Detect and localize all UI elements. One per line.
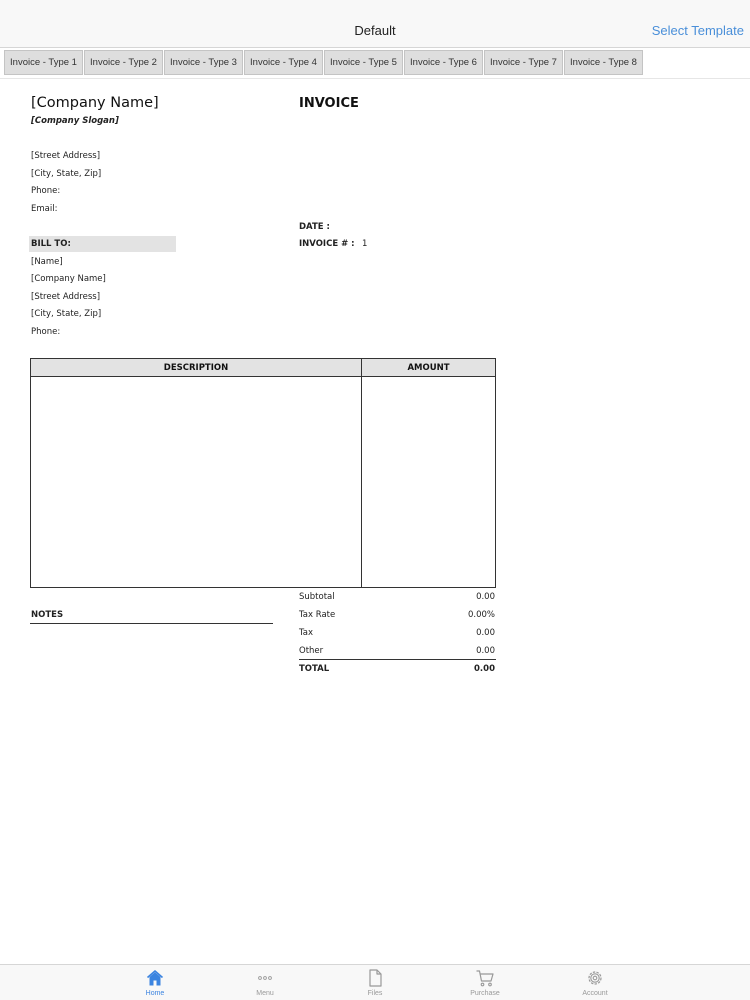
- home-icon: [146, 970, 164, 986]
- gear-icon: [588, 971, 602, 985]
- tabbar-home-label: Home: [145, 990, 165, 997]
- subtotal-value: 0.00: [476, 592, 495, 602]
- select-template-button[interactable]: Select Template: [652, 23, 744, 38]
- tabbar-home[interactable]: Home: [110, 965, 200, 1000]
- items-table[interactable]: DESCRIPTION AMOUNT: [30, 358, 496, 588]
- tabbar-files[interactable]: Files: [330, 965, 420, 1000]
- amount-header: AMOUNT: [407, 363, 450, 373]
- tax-rate-value[interactable]: 0.00%: [415, 610, 495, 620]
- tab-invoice-type-4[interactable]: Invoice - Type 4: [244, 50, 323, 75]
- description-header: DESCRIPTION: [163, 363, 229, 373]
- tabbar-purchase-label: Purchase: [470, 990, 500, 997]
- navigation-bar: Default Select Template: [0, 0, 750, 48]
- bill-to-phone[interactable]: Phone:: [31, 327, 60, 337]
- invoice-title: INVOICE: [299, 96, 359, 111]
- cart-icon: [476, 970, 494, 987]
- template-tabs: Invoice - Type 1 Invoice - Type 2 Invoic…: [4, 50, 643, 75]
- total-label: TOTAL: [299, 664, 330, 674]
- email-label[interactable]: Email:: [31, 204, 57, 214]
- tab-invoice-type-7[interactable]: Invoice - Type 7: [484, 50, 563, 75]
- total-value: 0.00: [474, 664, 495, 674]
- bill-to-street[interactable]: [Street Address]: [31, 292, 100, 302]
- tabbar-purchase[interactable]: Purchase: [440, 965, 530, 1000]
- other-value[interactable]: 0.00: [415, 646, 495, 656]
- street-address[interactable]: [Street Address]: [31, 151, 100, 161]
- tax-value: 0.00: [476, 628, 495, 638]
- notes-divider: [30, 623, 273, 624]
- file-icon: [369, 969, 382, 987]
- bill-to-heading: BILL TO:: [31, 239, 71, 249]
- bill-to-city-state-zip[interactable]: [City, State, Zip]: [31, 309, 101, 319]
- invoice-number-label: INVOICE # :: [299, 239, 355, 249]
- tab-invoice-type-5[interactable]: Invoice - Type 5: [324, 50, 403, 75]
- tabbar-menu[interactable]: Menu: [220, 965, 310, 1000]
- more-icon: [258, 976, 272, 980]
- tabbar-account-label: Account: [582, 990, 608, 997]
- bottom-tab-bar: Home Menu Files Purchase Account: [0, 964, 750, 1000]
- tabbar-account[interactable]: Account: [550, 965, 640, 1000]
- tab-invoice-type-1[interactable]: Invoice - Type 1: [4, 50, 83, 75]
- invoice-document: [Company Name] [Company Slogan] INVOICE …: [0, 79, 750, 964]
- column-divider: [361, 359, 362, 587]
- tab-invoice-type-8[interactable]: Invoice - Type 8: [564, 50, 643, 75]
- total-divider: [299, 659, 496, 660]
- nav-title: Default: [354, 23, 396, 38]
- bill-to-name[interactable]: [Name]: [31, 257, 63, 267]
- company-slogan[interactable]: [Company Slogan]: [31, 116, 119, 126]
- tabbar-files-label: Files: [367, 990, 383, 997]
- invoice-number[interactable]: 1: [362, 239, 367, 249]
- phone-label[interactable]: Phone:: [31, 186, 60, 196]
- tab-invoice-type-6[interactable]: Invoice - Type 6: [404, 50, 483, 75]
- tax-label: Tax: [299, 628, 314, 638]
- tax-rate-label: Tax Rate: [299, 610, 336, 620]
- other-label: Other: [299, 646, 324, 656]
- notes-label: NOTES: [31, 610, 64, 620]
- bill-to-company[interactable]: [Company Name]: [31, 274, 106, 284]
- tab-invoice-type-3[interactable]: Invoice - Type 3: [164, 50, 243, 75]
- tabbar-menu-label: Menu: [256, 990, 274, 997]
- date-label: DATE :: [299, 222, 330, 232]
- company-name[interactable]: [Company Name]: [31, 95, 159, 111]
- tab-invoice-type-2[interactable]: Invoice - Type 2: [84, 50, 163, 75]
- city-state-zip[interactable]: [City, State, Zip]: [31, 169, 101, 179]
- subtotal-label: Subtotal: [299, 592, 335, 602]
